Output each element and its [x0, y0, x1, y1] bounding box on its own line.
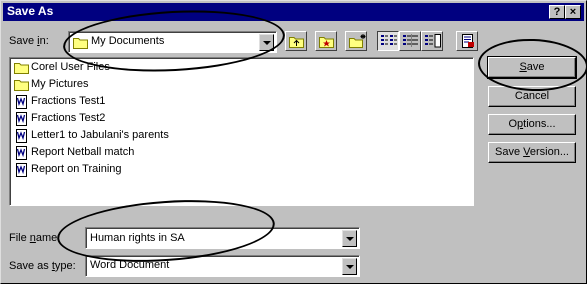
save-in-dropdown-button[interactable] [259, 34, 274, 51]
title-bar[interactable]: Save As ? × [3, 3, 584, 21]
file-name-input[interactable] [88, 230, 338, 246]
file-name: Report on Training [31, 163, 122, 175]
folder-icon [14, 63, 29, 74]
cancel-button[interactable]: Cancel [488, 86, 576, 107]
save-as-type-label: Save as type: [9, 260, 76, 272]
file-name: Report Netball match [31, 146, 135, 158]
word-document-icon [16, 146, 27, 160]
word-document-icon [16, 112, 27, 126]
up-one-level-icon [289, 37, 304, 48]
details-view-icon [403, 34, 418, 47]
file-name: Fractions Test1 [31, 95, 106, 107]
list-view-button[interactable] [377, 31, 399, 51]
file-name: My Pictures [31, 78, 89, 90]
file-name-combo[interactable] [85, 227, 360, 249]
save-as-dialog: Save As ? × Save in: My Documents Corel … [0, 0, 587, 284]
help-button[interactable]: ? [549, 5, 565, 19]
save-in-label: Save in: [9, 35, 49, 47]
word-document-icon [16, 129, 27, 143]
file-name: Fractions Test2 [31, 112, 106, 124]
file-name: Letter1 to Jabulani's parents [31, 129, 169, 141]
file-name: Corel User Files [31, 61, 110, 73]
save-as-type-dropdown-button[interactable] [342, 258, 357, 275]
folder-icon [73, 38, 88, 49]
folder-icon [14, 80, 29, 91]
details-view-button[interactable] [399, 31, 421, 51]
file-list[interactable]: Corel User Files My Pictures Fractions T… [9, 57, 474, 206]
file-name-dropdown-button[interactable] [342, 230, 357, 247]
look-in-favorites-icon [319, 37, 334, 48]
close-button[interactable]: × [565, 5, 581, 19]
create-new-folder-button[interactable] [345, 31, 367, 51]
create-new-folder-icon [349, 34, 366, 48]
save-in-value: My Documents [91, 35, 165, 47]
save-as-type-select[interactable]: Word Document [85, 255, 360, 277]
up-one-level-button[interactable] [285, 31, 307, 51]
properties-view-button[interactable] [421, 31, 443, 51]
save-as-type-value: Word Document [90, 259, 170, 271]
properties-view-icon [425, 34, 441, 48]
file-name-label: File name: [9, 232, 61, 244]
save-in-combo[interactable]: My Documents [68, 31, 277, 53]
save-version-button[interactable]: Save Version... [488, 142, 576, 163]
dialog-title: Save As [7, 4, 54, 18]
options-button[interactable]: Options... [488, 114, 576, 135]
word-document-icon [16, 163, 27, 177]
word-document-icon [16, 95, 27, 109]
look-in-favorites-button[interactable] [315, 31, 337, 51]
commands-and-settings-button[interactable] [456, 31, 478, 51]
list-view-icon [381, 35, 397, 45]
commands-and-settings-icon [462, 34, 474, 48]
save-button[interactable]: Save [487, 56, 577, 79]
